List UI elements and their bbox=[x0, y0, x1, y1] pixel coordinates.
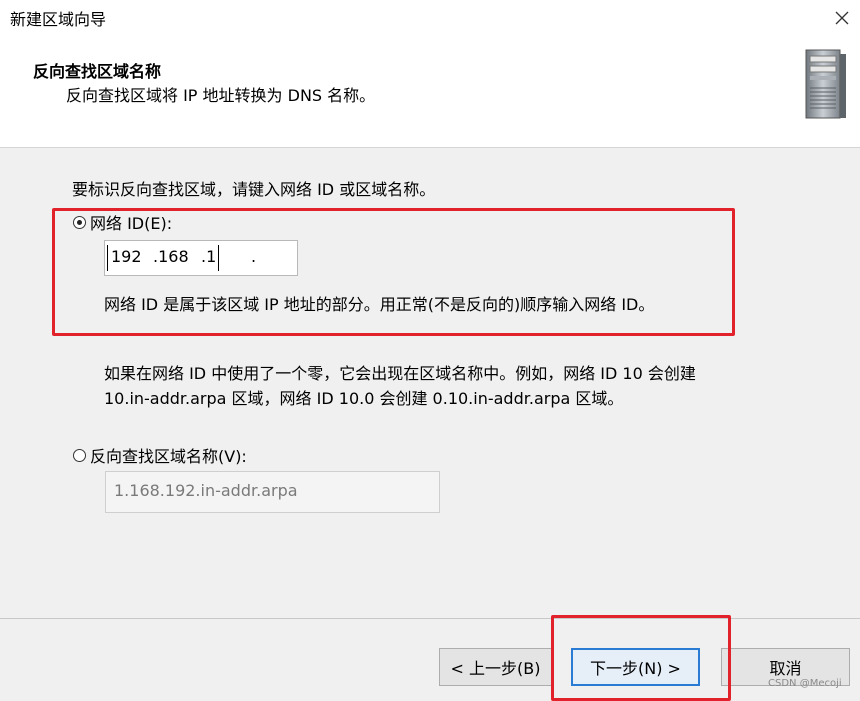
page-subtitle: 反向查找区域将 IP 地址转换为 DNS 名称。 bbox=[66, 86, 376, 105]
zone-name-input[interactable]: 1.168.192.in-addr.arpa bbox=[105, 471, 440, 513]
highlight-box-network-id bbox=[52, 208, 735, 336]
zero-note-line2: 10.in-addr.arpa 区域，网络 ID 10.0 会创建 0.10.i… bbox=[104, 389, 624, 408]
watermark: CSDN @Mecoji bbox=[768, 678, 842, 689]
wizard-header: 反向查找区域名称 反向查找区域将 IP 地址转换为 DNS 名称。 bbox=[0, 36, 860, 148]
back-button[interactable]: < 上一步(B) bbox=[439, 648, 552, 686]
radio-unselected-icon bbox=[73, 448, 86, 462]
title-bar: 新建区域向导 bbox=[0, 0, 860, 36]
highlight-box-next bbox=[551, 615, 731, 701]
window-title: 新建区域向导 bbox=[10, 10, 107, 29]
server-icon bbox=[805, 49, 846, 119]
zone-name-label: 反向查找区域名称(V): bbox=[90, 447, 247, 466]
zone-name-value: 1.168.192.in-addr.arpa bbox=[114, 481, 298, 500]
page-title: 反向查找区域名称 bbox=[33, 62, 162, 81]
intro-text: 要标识反向查找区域，请键入网络 ID 或区域名称。 bbox=[72, 180, 436, 199]
zone-name-radio[interactable]: 反向查找区域名称(V): bbox=[73, 443, 247, 467]
close-button[interactable] bbox=[828, 4, 856, 32]
zero-note-line1: 如果在网络 ID 中使用了一个零，它会出现在区域名称中。例如，网络 ID 10 … bbox=[104, 364, 696, 383]
close-icon bbox=[835, 11, 849, 25]
footer-divider bbox=[0, 618, 860, 619]
